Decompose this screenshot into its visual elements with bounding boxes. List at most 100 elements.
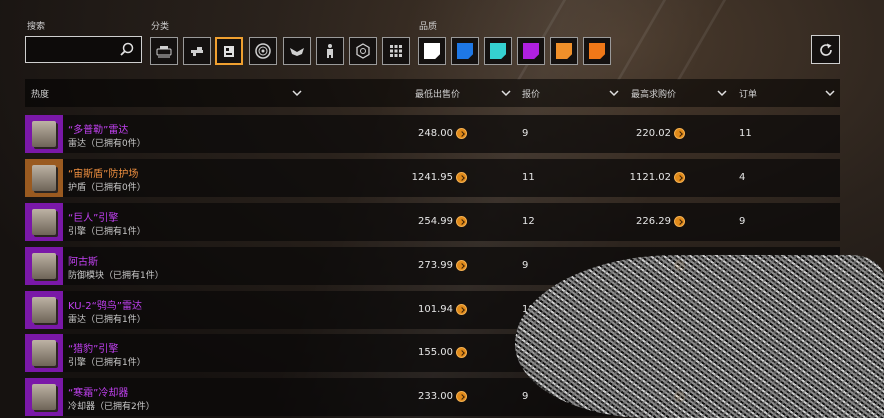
item-name: KU-2“鸮鸟”雷达 xyxy=(68,301,142,312)
figure-icon xyxy=(327,44,333,58)
quality-legendary-button[interactable] xyxy=(550,37,578,65)
item-name: “猎豹”引擎 xyxy=(68,344,119,355)
category-wings-button[interactable] xyxy=(283,37,311,65)
orders-header[interactable]: 订单 xyxy=(739,87,757,100)
max-buy-header[interactable]: 最高求购价 xyxy=(631,87,676,100)
item-name: “寒霜”冷却器 xyxy=(68,388,129,399)
quality-common-button[interactable] xyxy=(418,37,446,65)
category-cabin-button[interactable] xyxy=(215,37,243,65)
category-wheel-button[interactable] xyxy=(249,37,277,65)
item-image xyxy=(32,297,56,323)
search-input[interactable] xyxy=(25,36,142,63)
quality-relic-button[interactable] xyxy=(583,37,611,65)
item-type: 防御模块（已拥有1件） xyxy=(68,271,164,281)
coin-icon xyxy=(674,128,685,139)
coin-icon xyxy=(456,172,467,183)
max-buy-price: 220.02 xyxy=(636,128,671,139)
item-type: 冷却器（已拥有2件） xyxy=(68,402,155,412)
category-figure-button[interactable] xyxy=(316,37,344,65)
quality-label: 品质 xyxy=(419,22,438,32)
min-sell-price: 155.00 xyxy=(418,347,453,358)
item-image xyxy=(32,384,56,410)
category-cannon-button[interactable] xyxy=(150,37,178,65)
min-sell-price: 1241.95 xyxy=(411,172,453,183)
coin-icon xyxy=(456,128,467,139)
item-image xyxy=(32,340,56,366)
cannon-icon xyxy=(156,46,172,58)
item-type: 引擎（已拥有1件） xyxy=(68,358,146,368)
item-thumbnail xyxy=(25,203,63,241)
item-type: 雷达（已拥有1件） xyxy=(68,315,146,325)
max-buy-price: 226.29 xyxy=(636,216,671,227)
offers-header[interactable]: 报价 xyxy=(522,87,540,100)
coin-icon xyxy=(456,304,467,315)
table-row[interactable]: “宙斯盾”防护场 护盾（已拥有0件） 1241.95 11 1121.02 4 xyxy=(25,159,840,197)
offers-count: 9 xyxy=(522,260,529,271)
min-sell-price: 248.00 xyxy=(418,128,453,139)
min-sell-header[interactable]: 最低出售价 xyxy=(415,87,460,100)
max-buy-price: 1121.02 xyxy=(629,172,671,183)
coin-icon xyxy=(456,216,467,227)
refresh-button[interactable] xyxy=(811,35,840,64)
category-hex-module-button[interactable] xyxy=(349,37,377,65)
search-icon[interactable] xyxy=(120,42,134,56)
quality-swatch xyxy=(490,43,506,59)
chevron-down-icon[interactable] xyxy=(717,88,727,98)
wheel-icon xyxy=(255,43,271,59)
category-machinegun-button[interactable] xyxy=(183,37,211,65)
coin-icon xyxy=(456,347,467,358)
quality-swatch xyxy=(589,43,605,59)
item-thumbnail xyxy=(25,159,63,197)
chevron-down-icon[interactable] xyxy=(501,88,511,98)
offers-count: 9 xyxy=(522,128,529,139)
search-label: 搜索 xyxy=(27,22,46,32)
quality-epic-button[interactable] xyxy=(517,37,545,65)
image-noise-overlay xyxy=(515,255,884,418)
item-thumbnail xyxy=(25,247,63,285)
offers-count: 9 xyxy=(522,391,529,402)
orders-count: 11 xyxy=(739,128,752,139)
category-label: 分类 xyxy=(151,22,170,32)
chevron-down-icon[interactable] xyxy=(292,88,302,98)
min-sell-price: 254.99 xyxy=(418,216,453,227)
cabin-icon xyxy=(224,46,234,57)
item-thumbnail xyxy=(25,115,63,153)
quality-special-button[interactable] xyxy=(484,37,512,65)
table-row[interactable]: “多普勒”雷达 雷达（已拥有0件） 248.00 9 220.02 11 xyxy=(25,115,840,153)
item-name: “宙斯盾”防护场 xyxy=(68,169,139,180)
table-header: 热度 最低出售价 报价 最高求购价 订单 xyxy=(25,79,840,107)
category-grid-button[interactable] xyxy=(382,37,410,65)
item-name: “巨人”引擎 xyxy=(68,213,119,224)
coin-icon xyxy=(456,260,467,271)
item-image xyxy=(32,121,56,147)
coin-icon xyxy=(674,216,685,227)
offers-count: 11 xyxy=(522,172,535,183)
item-image xyxy=(32,165,56,191)
hex-module-icon xyxy=(356,43,370,59)
quality-swatch xyxy=(523,43,539,59)
orders-count: 9 xyxy=(739,216,746,227)
chevron-down-icon[interactable] xyxy=(609,88,619,98)
quality-swatch xyxy=(556,43,572,59)
quality-rare-button[interactable] xyxy=(451,37,479,65)
wings-icon xyxy=(290,48,304,56)
item-type: 引擎（已拥有1件） xyxy=(68,227,146,237)
min-sell-price: 273.99 xyxy=(418,260,453,271)
offers-count: 12 xyxy=(522,216,535,227)
machinegun-icon xyxy=(191,47,203,56)
item-image xyxy=(32,209,56,235)
item-name: 阿古斯 xyxy=(68,257,98,268)
item-image xyxy=(32,253,56,279)
grid-icon xyxy=(390,45,402,57)
orders-count: 4 xyxy=(739,172,746,183)
item-thumbnail xyxy=(25,291,63,329)
quality-swatch xyxy=(424,43,440,59)
item-type: 护盾（已拥有0件） xyxy=(68,183,146,193)
item-type: 雷达（已拥有0件） xyxy=(68,139,146,149)
table-row[interactable]: “巨人”引擎 引擎（已拥有1件） 254.99 12 226.29 9 xyxy=(25,203,840,241)
sort-column-label[interactable]: 热度 xyxy=(31,87,49,100)
chevron-down-icon[interactable] xyxy=(825,88,835,98)
item-thumbnail xyxy=(25,334,63,372)
coin-icon xyxy=(674,172,685,183)
refresh-icon xyxy=(819,43,832,56)
